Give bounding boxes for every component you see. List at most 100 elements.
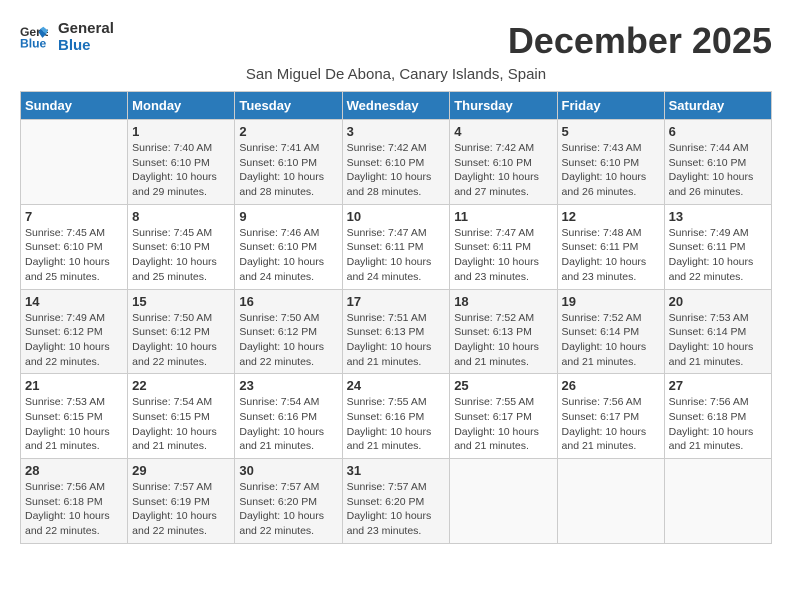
day-info: Sunrise: 7:55 AM Sunset: 6:17 PM Dayligh…	[454, 395, 552, 454]
day-info: Sunrise: 7:49 AM Sunset: 6:12 PM Dayligh…	[25, 311, 123, 370]
calendar-cell: 1Sunrise: 7:40 AM Sunset: 6:10 PM Daylig…	[128, 120, 235, 205]
logo: General Blue General Blue	[20, 20, 114, 54]
day-info: Sunrise: 7:55 AM Sunset: 6:16 PM Dayligh…	[347, 395, 446, 454]
weekday-header-friday: Friday	[557, 92, 664, 120]
logo-text-blue: Blue	[58, 37, 114, 54]
calendar-cell: 3 Sunrise: 7:42 AM Sunset: 6:10 PM Daylig…	[342, 120, 450, 205]
day-number: 9	[239, 209, 337, 224]
day-number: 7	[25, 209, 123, 224]
calendar-cell: 7 Sunrise: 7:45 AM Sunset: 6:10 PM Daylig…	[21, 204, 128, 289]
calendar-cell: 18 Sunrise: 7:52 AM Sunset: 6:13 PM Dayli…	[450, 289, 557, 374]
weekday-header-wednesday: Wednesday	[342, 92, 450, 120]
day-number: 15	[132, 294, 230, 309]
day-number: 19	[562, 294, 660, 309]
day-number: 5	[562, 124, 660, 139]
calendar-cell: 10Sunrise: 7:47 AM Sunset: 6:11 PM Dayli…	[342, 204, 450, 289]
day-number: 18	[454, 294, 552, 309]
calendar-cell: 8 Sunrise: 7:45 AM Sunset: 6:10 PM Daylig…	[128, 204, 235, 289]
day-number: 1	[132, 124, 230, 139]
calendar-cell	[664, 459, 771, 544]
day-info: Sunrise: 7:54 AM Sunset: 6:15 PM Dayligh…	[132, 395, 230, 454]
calendar-cell: 17 Sunrise: 7:51 AM Sunset: 6:13 PM Dayli…	[342, 289, 450, 374]
day-info: Sunrise: 7:42 AM Sunset: 6:10 PM Dayligh…	[347, 141, 446, 200]
location-title: San Miguel De Abona, Canary Islands, Spa…	[20, 66, 772, 83]
day-number: 29	[132, 463, 230, 478]
day-info: Sunrise: 7:51 AM Sunset: 6:13 PM Dayligh…	[347, 311, 446, 370]
day-info: Sunrise: 7:56 AM Sunset: 6:18 PM Dayligh…	[669, 395, 767, 454]
day-number: 12	[562, 209, 660, 224]
calendar-cell: 30 Sunrise: 7:57 AM Sunset: 6:20 PM Dayli…	[235, 459, 342, 544]
month-title: December 2025	[508, 20, 772, 62]
day-number: 25	[454, 378, 552, 393]
day-info: Sunrise: 7:57 AM Sunset: 6:20 PM Dayligh…	[347, 480, 446, 539]
day-number: 6	[669, 124, 767, 139]
day-info: Sunrise: 7:57 AM Sunset: 6:20 PM Dayligh…	[239, 480, 337, 539]
calendar-cell	[557, 459, 664, 544]
day-number: 17	[347, 294, 446, 309]
weekday-header-sunday: Sunday	[21, 92, 128, 120]
day-number: 31	[347, 463, 446, 478]
day-number: 23	[239, 378, 337, 393]
calendar-cell: 22Sunrise: 7:54 AM Sunset: 6:15 PM Dayli…	[128, 374, 235, 459]
day-number: 26	[562, 378, 660, 393]
day-number: 21	[25, 378, 123, 393]
calendar-cell: 23Sunrise: 7:54 AM Sunset: 6:16 PM Dayli…	[235, 374, 342, 459]
day-info: Sunrise: 7:47 AM Sunset: 6:11 PM Dayligh…	[454, 226, 552, 285]
day-number: 2	[239, 124, 337, 139]
day-info: Sunrise: 7:50 AM Sunset: 6:12 PM Dayligh…	[132, 311, 230, 370]
day-number: 28	[25, 463, 123, 478]
calendar-cell	[21, 120, 128, 205]
day-info: Sunrise: 7:44 AM Sunset: 6:10 PM Dayligh…	[669, 141, 767, 200]
calendar-week-row: 7 Sunrise: 7:45 AM Sunset: 6:10 PM Daylig…	[21, 204, 772, 289]
day-number: 20	[669, 294, 767, 309]
calendar-week-row: 14 Sunrise: 7:49 AM Sunset: 6:12 PM Dayli…	[21, 289, 772, 374]
day-number: 8	[132, 209, 230, 224]
day-info: Sunrise: 7:49 AM Sunset: 6:11 PM Dayligh…	[669, 226, 767, 285]
calendar-cell: 31 Sunrise: 7:57 AM Sunset: 6:20 PM Dayli…	[342, 459, 450, 544]
day-info: Sunrise: 7:52 AM Sunset: 6:14 PM Dayligh…	[562, 311, 660, 370]
day-info: Sunrise: 7:53 AM Sunset: 6:14 PM Dayligh…	[669, 311, 767, 370]
day-number: 13	[669, 209, 767, 224]
calendar-cell: 5 Sunrise: 7:43 AM Sunset: 6:10 PM Daylig…	[557, 120, 664, 205]
calendar-cell: 27 Sunrise: 7:56 AM Sunset: 6:18 PM Dayli…	[664, 374, 771, 459]
calendar-cell: 19 Sunrise: 7:52 AM Sunset: 6:14 PM Dayli…	[557, 289, 664, 374]
calendar-cell: 15 Sunrise: 7:50 AM Sunset: 6:12 PM Dayli…	[128, 289, 235, 374]
day-number: 27	[669, 378, 767, 393]
day-info: Sunrise: 7:42 AM Sunset: 6:10 PM Dayligh…	[454, 141, 552, 200]
calendar-cell: 9 Sunrise: 7:46 AM Sunset: 6:10 PM Daylig…	[235, 204, 342, 289]
calendar-cell	[450, 459, 557, 544]
day-number: 14	[25, 294, 123, 309]
day-number: 30	[239, 463, 337, 478]
calendar-cell: 11 Sunrise: 7:47 AM Sunset: 6:11 PM Dayli…	[450, 204, 557, 289]
weekday-header-saturday: Saturday	[664, 92, 771, 120]
svg-text:Blue: Blue	[20, 36, 47, 50]
day-info: Sunrise: 7:52 AM Sunset: 6:13 PM Dayligh…	[454, 311, 552, 370]
day-number: 24	[347, 378, 446, 393]
calendar-cell: 2 Sunrise: 7:41 AM Sunset: 6:10 PM Daylig…	[235, 120, 342, 205]
calendar-cell: 14 Sunrise: 7:49 AM Sunset: 6:12 PM Dayli…	[21, 289, 128, 374]
calendar-cell: 4Sunrise: 7:42 AM Sunset: 6:10 PM Daylig…	[450, 120, 557, 205]
weekday-header-monday: Monday	[128, 92, 235, 120]
day-info: Sunrise: 7:45 AM Sunset: 6:10 PM Dayligh…	[25, 226, 123, 285]
day-info: Sunrise: 7:56 AM Sunset: 6:18 PM Dayligh…	[25, 480, 123, 539]
calendar-cell: 12Sunrise: 7:48 AM Sunset: 6:11 PM Dayli…	[557, 204, 664, 289]
day-info: Sunrise: 7:45 AM Sunset: 6:10 PM Dayligh…	[132, 226, 230, 285]
calendar-cell: 13 Sunrise: 7:49 AM Sunset: 6:11 PM Dayli…	[664, 204, 771, 289]
day-info: Sunrise: 7:46 AM Sunset: 6:10 PM Dayligh…	[239, 226, 337, 285]
day-number: 16	[239, 294, 337, 309]
day-number: 10	[347, 209, 446, 224]
weekday-header-thursday: Thursday	[450, 92, 557, 120]
day-number: 11	[454, 209, 552, 224]
calendar-cell: 21Sunrise: 7:53 AM Sunset: 6:15 PM Dayli…	[21, 374, 128, 459]
day-info: Sunrise: 7:41 AM Sunset: 6:10 PM Dayligh…	[239, 141, 337, 200]
day-number: 3	[347, 124, 446, 139]
page-container: General Blue General Blue December 2025 …	[20, 20, 772, 544]
calendar-cell: 29 Sunrise: 7:57 AM Sunset: 6:19 PM Dayli…	[128, 459, 235, 544]
calendar-table: SundayMondayTuesdayWednesdayThursdayFrid…	[20, 91, 772, 544]
day-info: Sunrise: 7:43 AM Sunset: 6:10 PM Dayligh…	[562, 141, 660, 200]
logo-icon: General Blue	[20, 23, 48, 51]
calendar-cell: 6 Sunrise: 7:44 AM Sunset: 6:10 PM Daylig…	[664, 120, 771, 205]
day-info: Sunrise: 7:57 AM Sunset: 6:19 PM Dayligh…	[132, 480, 230, 539]
calendar-week-row: 28 Sunrise: 7:56 AM Sunset: 6:18 PM Dayli…	[21, 459, 772, 544]
day-info: Sunrise: 7:56 AM Sunset: 6:17 PM Dayligh…	[562, 395, 660, 454]
